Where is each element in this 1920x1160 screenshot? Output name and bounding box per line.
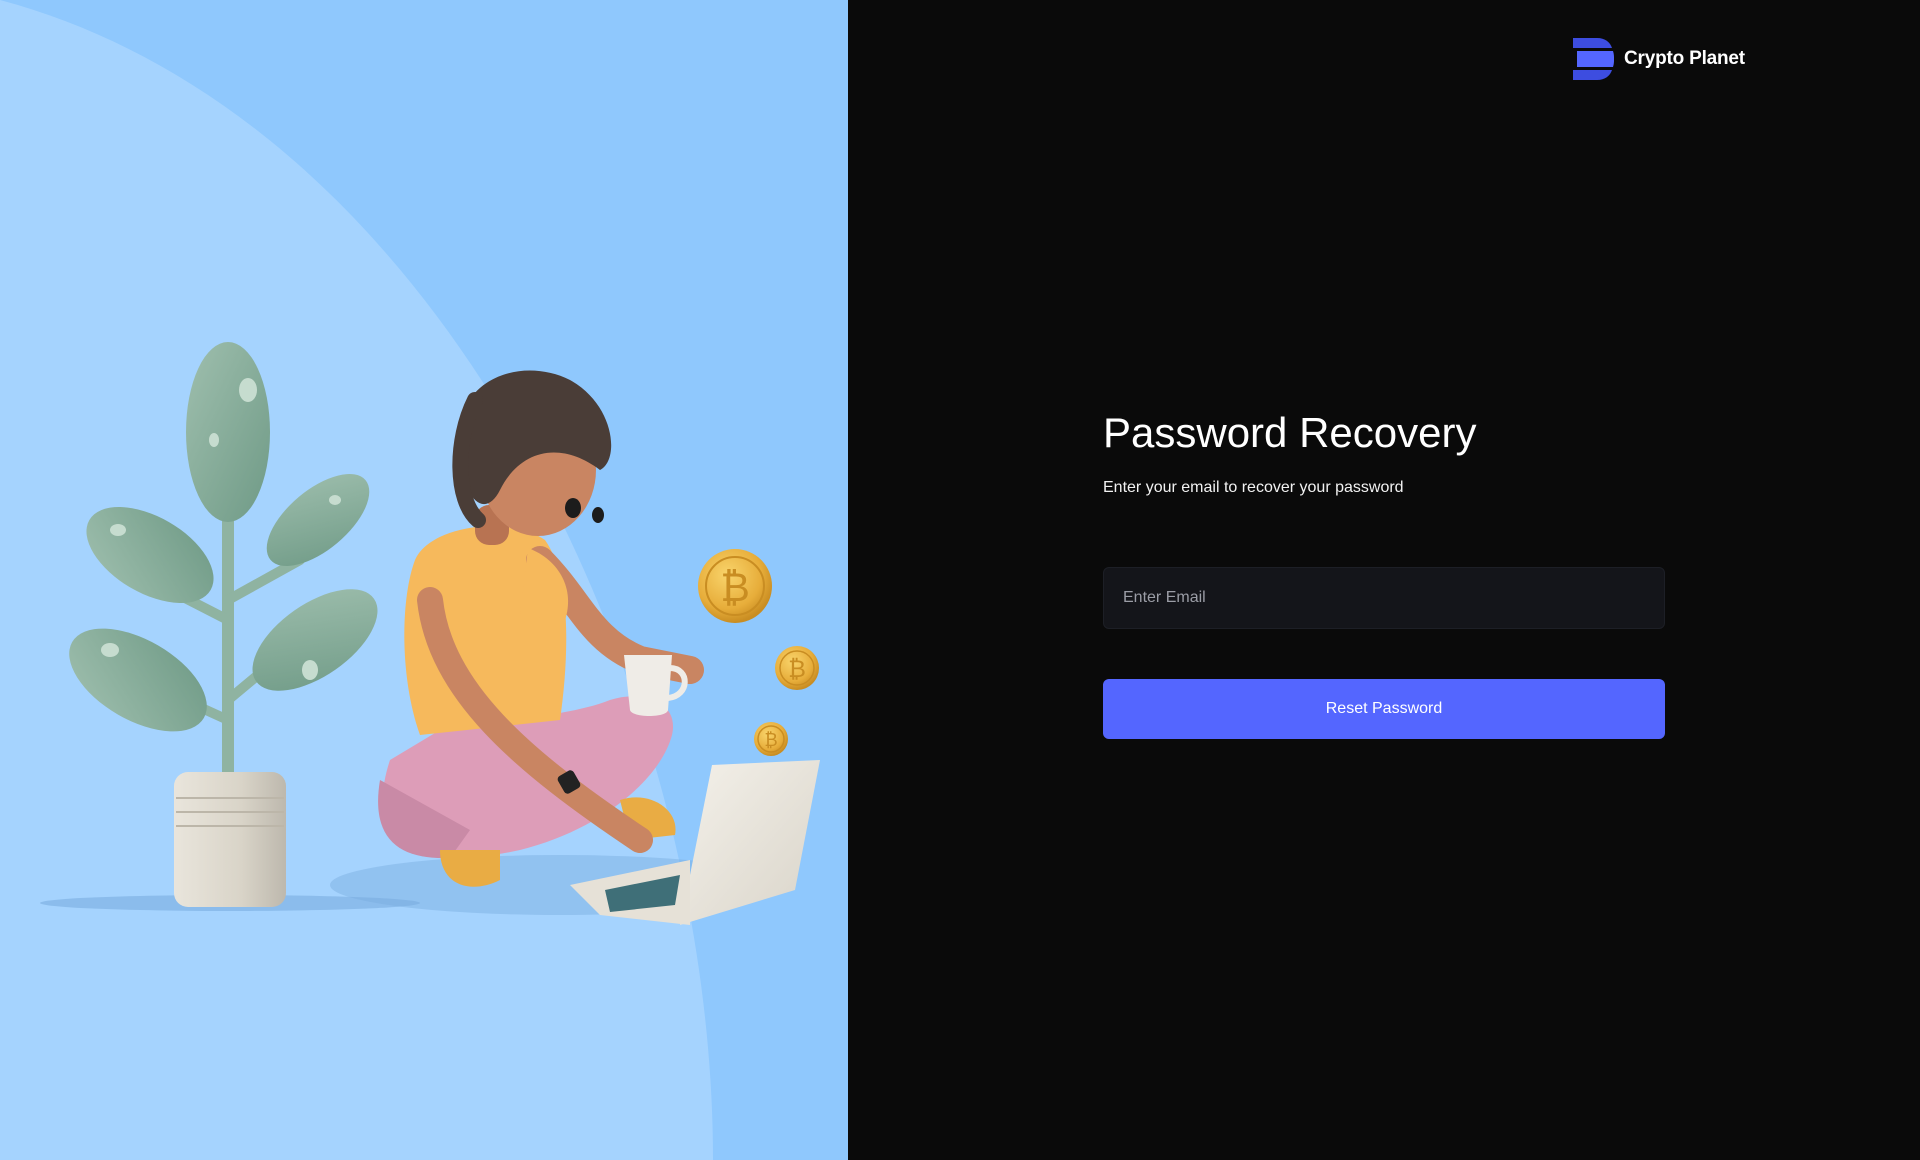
hero-illustration: ₿ ₿ ₿ bbox=[0, 0, 820, 1160]
illustration-panel: ₿ ₿ ₿ bbox=[0, 0, 848, 1160]
brand-name: Crypto Planet bbox=[1624, 48, 1745, 69]
email-field[interactable] bbox=[1103, 567, 1665, 629]
bitcoin-coin-icon: ₿ bbox=[775, 646, 819, 690]
password-recovery-form: Password Recovery Enter your email to re… bbox=[1103, 405, 1665, 739]
bitcoin-coin-icon: ₿ bbox=[698, 549, 772, 623]
brand[interactable]: Crypto Planet bbox=[1573, 38, 1745, 80]
layered-d-logo-icon bbox=[1573, 38, 1614, 80]
background-arc bbox=[0, 0, 713, 1160]
svg-text:₿: ₿ bbox=[764, 730, 777, 751]
svg-text:₿: ₿ bbox=[788, 655, 806, 683]
page-title: Password Recovery bbox=[1103, 409, 1477, 456]
reset-password-button[interactable]: Reset Password bbox=[1103, 679, 1665, 739]
svg-text:₿: ₿ bbox=[720, 565, 750, 611]
page-subtitle: Enter your email to recover your passwor… bbox=[1103, 479, 1404, 496]
bitcoin-coin-icon: ₿ bbox=[754, 722, 788, 756]
recovery-panel: Crypto Planet Password Recovery Enter yo… bbox=[848, 0, 1920, 1160]
